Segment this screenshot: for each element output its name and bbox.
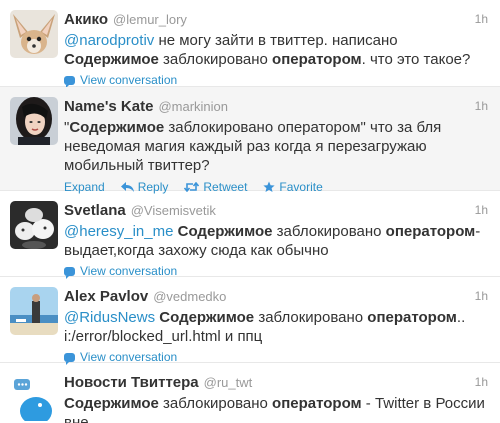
author-name[interactable]: Svetlana bbox=[64, 202, 126, 219]
author-handle[interactable]: @ru_twt bbox=[204, 375, 253, 390]
tweet-header: Name's Kate @markinion bbox=[64, 98, 488, 116]
twitter-bird-avatar-icon bbox=[10, 373, 58, 421]
text-fragment: не могу зайти в твиттер. написано bbox=[154, 32, 398, 49]
tweet-item[interactable]: Svetlana @Visemisvetik 1h @heresy_in_me … bbox=[0, 191, 500, 279]
tweet-text: Содержимое заблокировано оператором - Tw… bbox=[64, 394, 489, 423]
tweet-text: "Содержимое заблокировано оператором" чт… bbox=[64, 118, 489, 175]
text-fragment: заблокировано bbox=[272, 223, 386, 240]
mention-link[interactable]: @heresy_in_me bbox=[64, 223, 173, 240]
tweet-item[interactable]: Акико @lemur_lory 1h @narodprotiv не мог… bbox=[0, 0, 500, 88]
fennec-avatar-icon bbox=[10, 10, 58, 58]
timeline: Акико @lemur_lory 1h @narodprotiv не мог… bbox=[0, 0, 500, 423]
view-conversation-label: View conversation bbox=[80, 350, 178, 364]
view-conversation-label: View conversation bbox=[80, 73, 178, 87]
tweet-header: Alex Pavlov @vedmedko bbox=[64, 288, 488, 306]
text-fragment: . что это такое? bbox=[361, 51, 471, 68]
text-fragment: заблокировано bbox=[158, 51, 273, 68]
text-highlight: оператором bbox=[385, 223, 476, 240]
author-handle[interactable]: @Visemisvetik bbox=[131, 203, 216, 218]
tweet-text: @RidusNews Содержимое заблокировано опер… bbox=[64, 308, 489, 346]
tweet-time[interactable]: 1h bbox=[475, 375, 488, 389]
view-conversation-label: View conversation bbox=[80, 264, 178, 278]
text-highlight: Содержимое bbox=[64, 395, 159, 412]
avatar[interactable] bbox=[10, 373, 58, 421]
tweet-header: Svetlana @Visemisvetik bbox=[64, 202, 488, 220]
tweet-text: @narodprotiv не могу зайти в твиттер. на… bbox=[64, 31, 489, 69]
author-handle[interactable]: @vedmedko bbox=[153, 289, 226, 304]
avatar[interactable] bbox=[10, 287, 58, 335]
text-fragment: заблокировано bbox=[254, 309, 368, 326]
tweet-header: Акико @lemur_lory bbox=[64, 11, 488, 29]
conversation-icon bbox=[64, 266, 75, 279]
avatar[interactable] bbox=[10, 201, 58, 249]
tweet-item[interactable]: Name's Kate @markinion 1h "Содержимое за… bbox=[0, 87, 500, 194]
mention-link[interactable]: @RidusNews bbox=[64, 309, 155, 326]
avatar[interactable] bbox=[10, 10, 58, 58]
mention-link[interactable]: @narodprotiv bbox=[64, 32, 154, 49]
text-highlight: оператором bbox=[367, 309, 457, 326]
author-name[interactable]: Новости Твиттера bbox=[64, 374, 199, 391]
tweet-time[interactable]: 1h bbox=[475, 289, 488, 303]
text-highlight: оператором bbox=[272, 395, 362, 412]
text-fragment: заблокировано bbox=[158, 395, 273, 412]
view-conversation-link[interactable]: View conversation bbox=[64, 72, 488, 88]
text-highlight: Содержимое bbox=[64, 51, 159, 68]
conversation-icon bbox=[64, 352, 75, 365]
tweet-item[interactable]: Alex Pavlov @vedmedko 1h @RidusNews Соде… bbox=[0, 277, 500, 365]
author-name[interactable]: Alex Pavlov bbox=[64, 288, 148, 305]
text-highlight: Содержимое bbox=[177, 223, 273, 240]
girl-avatar-icon bbox=[10, 97, 58, 145]
tweet-header: Новости Твиттера @ru_twt bbox=[64, 374, 488, 392]
beach-avatar-icon bbox=[10, 287, 58, 335]
author-name[interactable]: Акико bbox=[64, 11, 108, 28]
text-highlight: оператором bbox=[272, 51, 362, 68]
author-name[interactable]: Name's Kate bbox=[64, 98, 153, 115]
tweet-time[interactable]: 1h bbox=[475, 203, 488, 217]
text-highlight: Содержимое bbox=[159, 309, 255, 326]
tweet-time[interactable]: 1h bbox=[475, 12, 488, 26]
tweet-text: @heresy_in_me Содержимое заблокировано о… bbox=[64, 222, 489, 260]
author-handle[interactable]: @markinion bbox=[158, 99, 228, 114]
tweet-time[interactable]: 1h bbox=[475, 99, 488, 113]
text-highlight: Содержимое bbox=[69, 119, 165, 136]
cats-avatar-icon bbox=[10, 201, 58, 249]
author-handle[interactable]: @lemur_lory bbox=[113, 12, 187, 27]
avatar[interactable] bbox=[10, 97, 58, 145]
conversation-icon bbox=[64, 75, 75, 88]
tweet-item[interactable]: Новости Твиттера @ru_twt 1h Содержимое з… bbox=[0, 363, 500, 423]
